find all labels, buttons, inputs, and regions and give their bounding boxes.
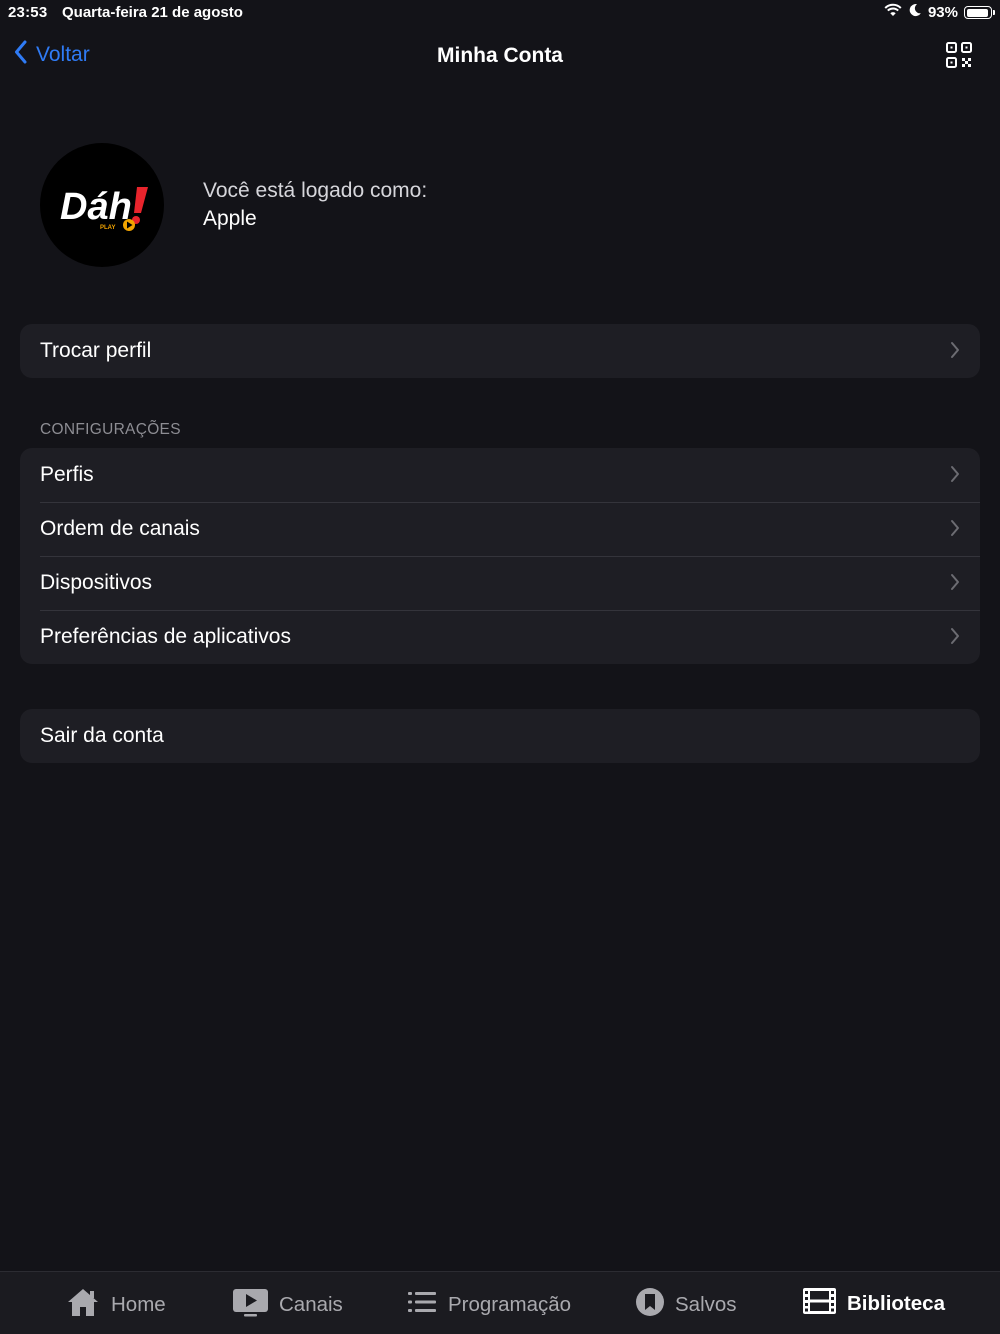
film-icon <box>802 1286 837 1322</box>
tab-library[interactable]: Biblioteca <box>802 1286 945 1322</box>
avatar: Dáh PLAY <box>40 143 164 267</box>
home-icon <box>65 1286 101 1324</box>
chevron-right-icon <box>950 573 960 597</box>
qr-code-icon <box>946 42 972 72</box>
settings-item-devices[interactable]: Dispositivos <box>20 556 980 610</box>
chevron-right-icon <box>950 341 960 365</box>
status-indicators: 93% <box>884 3 995 22</box>
status-time: 23:53 <box>8 4 48 21</box>
dah-play-logo: Dáh PLAY <box>60 186 148 231</box>
settings-item-label: Preferências de aplicativos <box>40 625 291 648</box>
chevron-right-icon <box>950 465 960 489</box>
settings-item-profiles[interactable]: Perfis <box>20 448 980 502</box>
status-date: Quarta-feira 21 de agosto <box>62 4 243 21</box>
list-icon <box>406 1286 438 1324</box>
tab-schedule[interactable]: Programação <box>406 1286 571 1324</box>
settings-item-label: Perfis <box>40 463 94 486</box>
page-title: Minha Conta <box>437 44 563 67</box>
settings-item-app-preferences[interactable]: Preferências de aplicativos <box>20 610 980 664</box>
tab-label: Home <box>111 1293 166 1316</box>
logout-label: Sair da conta <box>40 724 164 747</box>
logout-group: Sair da conta <box>20 709 980 763</box>
logo-text: Dáh <box>60 186 132 228</box>
chevron-right-icon <box>950 519 960 543</box>
moon-icon <box>908 3 922 22</box>
navigation-bar: Voltar Minha Conta <box>0 30 1000 84</box>
bookmark-icon <box>635 1286 665 1324</box>
settings-item-channel-order[interactable]: Ordem de canais <box>20 502 980 556</box>
tab-label: Programação <box>448 1293 572 1316</box>
tab-saved[interactable]: Salvos <box>635 1286 737 1324</box>
battery-icon <box>964 6 995 19</box>
logged-in-label: Você está logado como: <box>203 179 428 202</box>
settings-item-label: Dispositivos <box>40 571 153 594</box>
settings-group: Perfis Ordem de canais Dispositivos Pref… <box>20 448 980 664</box>
logo-subtext: PLAY <box>100 225 115 231</box>
status-bar: 23:53 Quarta-feira 21 de agosto 93% <box>0 0 1000 26</box>
logged-in-username: Apple <box>203 207 257 230</box>
battery-level <box>966 8 988 17</box>
play-screen-icon <box>232 1286 269 1324</box>
tab-label: Biblioteca <box>847 1292 945 1315</box>
settings-section-header: CONFIGURAÇÕES <box>40 421 181 438</box>
tab-label: Canais <box>279 1293 343 1316</box>
chevron-right-icon <box>950 627 960 651</box>
tab-channels[interactable]: Canais <box>232 1286 343 1324</box>
profile-header: Dáh PLAY Você está logado como: Apple <box>40 143 940 267</box>
tab-bar: Home Canais Programação Salvos Bibliotec… <box>0 1271 1000 1334</box>
qr-code-button[interactable] <box>946 42 972 73</box>
switch-profile-row[interactable]: Trocar perfil <box>20 324 980 378</box>
settings-item-label: Ordem de canais <box>40 517 200 540</box>
wifi-icon <box>884 3 902 22</box>
switch-profile-group: Trocar perfil <box>20 324 980 378</box>
battery-percent: 93% <box>927 4 958 21</box>
switch-profile-label: Trocar perfil <box>40 339 152 362</box>
tab-home[interactable]: Home <box>65 1286 166 1324</box>
logout-button[interactable]: Sair da conta <box>20 709 980 763</box>
tab-label: Salvos <box>675 1293 737 1316</box>
